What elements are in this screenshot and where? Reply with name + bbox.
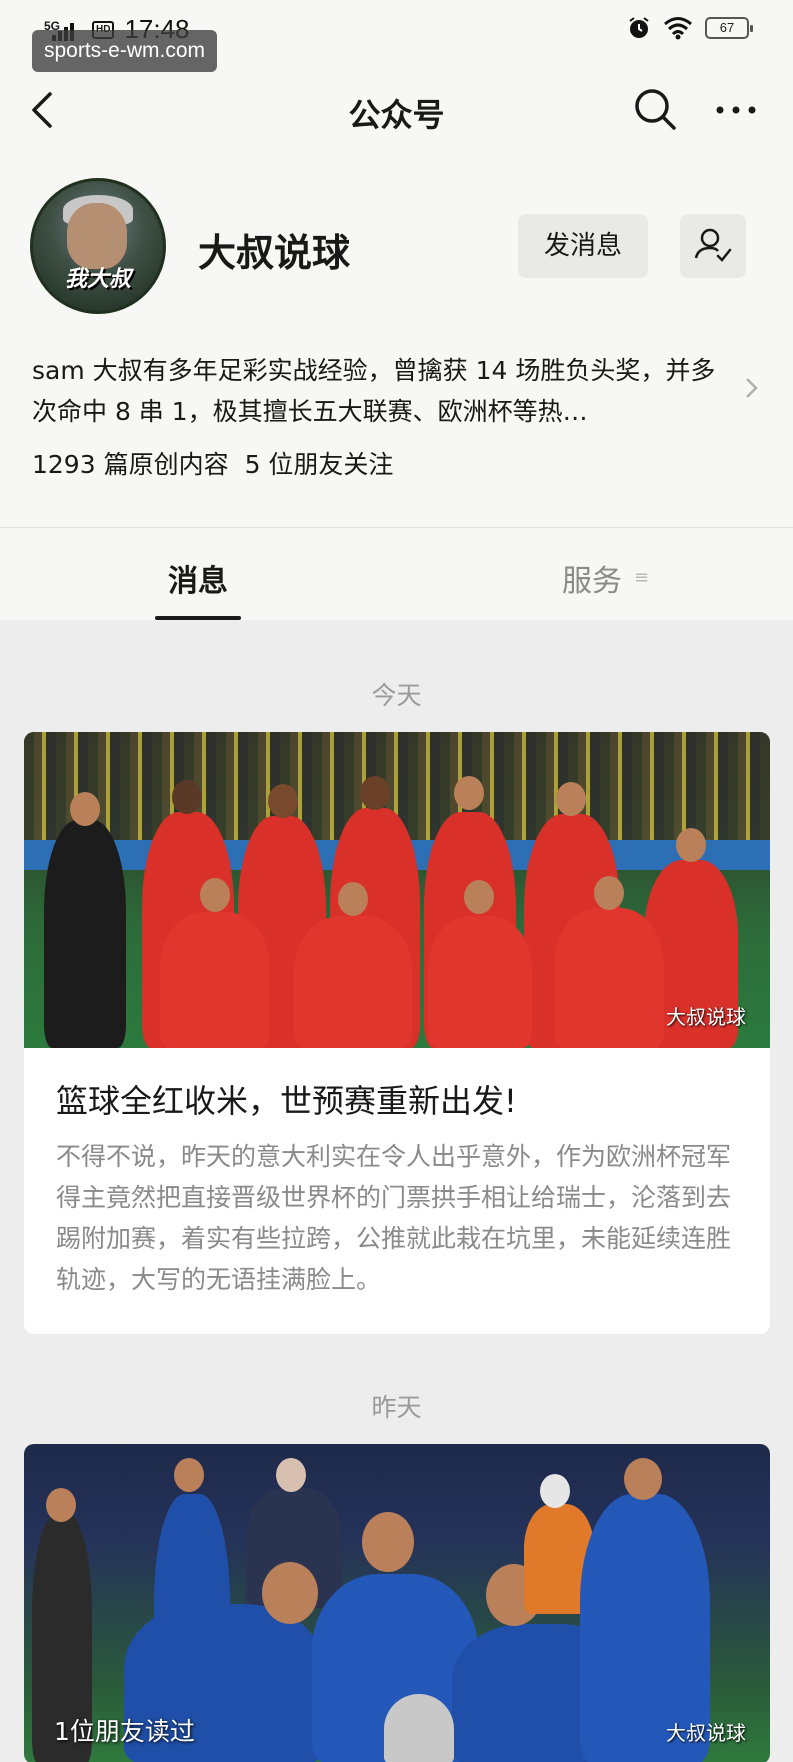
battery-level: 67: [719, 20, 735, 35]
player-head: [338, 882, 368, 916]
goalkeeper-player: [44, 820, 126, 1048]
send-message-button[interactable]: 发消息: [518, 214, 648, 278]
article-cover-image: 1位朋友读过 大叔说球: [24, 1444, 770, 1762]
article-card[interactable]: 1位朋友读过 大叔说球: [24, 1444, 770, 1762]
player-head: [676, 828, 706, 862]
avatar-face: [67, 203, 127, 269]
date-label-today: 今天: [371, 681, 422, 710]
alarm-icon: [629, 17, 649, 38]
player: [428, 916, 532, 1048]
person-check-icon: [694, 228, 732, 262]
person-head: [46, 1488, 76, 1522]
player-head: [362, 1512, 414, 1572]
friends-following[interactable]: 5 位朋友关注: [245, 445, 394, 481]
original-count: 1293 篇原创内容: [32, 450, 229, 479]
menu-lines-icon: ≡: [634, 567, 650, 588]
divider: [0, 527, 793, 528]
article-card[interactable]: 大叔说球 篮球全红收米，世预赛重新出发! 不得不说，昨天的意大利实在令人出乎意外…: [24, 732, 770, 1334]
image-watermark: 大叔说球: [666, 1005, 746, 1029]
player: [554, 908, 664, 1048]
player-head: [200, 878, 230, 912]
article-cover-image: 大叔说球: [24, 732, 770, 1048]
article-title[interactable]: 篮球全红收米，世预赛重新出发!: [24, 1048, 770, 1122]
wifi-icon: [664, 17, 692, 40]
coach-head: [276, 1458, 306, 1492]
player-head: [360, 776, 390, 810]
chevron-right-icon[interactable]: [744, 376, 760, 400]
player-head: [70, 792, 100, 826]
follow-button[interactable]: [680, 214, 746, 278]
image-watermark: 大叔说球: [666, 1721, 746, 1745]
status-right: 67: [627, 16, 753, 40]
account-stats: 1293 篇原创内容 5 位朋友关注: [32, 445, 393, 481]
more-options-icon[interactable]: [714, 90, 758, 130]
article-summary: 不得不说，昨天的意大利实在令人出乎意外，作为欧洲杯冠军得主竟然把直接晋级世界杯的…: [56, 1142, 732, 1294]
player-head: [556, 782, 586, 816]
player-head: [624, 1458, 662, 1500]
tab-messages[interactable]: 消息: [168, 556, 228, 600]
account-avatar[interactable]: 我大叔: [30, 178, 166, 314]
active-tab-indicator: [155, 616, 241, 620]
account-name: 大叔说球: [198, 231, 351, 275]
player-head: [174, 1458, 204, 1492]
account-bio[interactable]: sam 大叔有多年足彩实战经验，曾擒获 14 场胜负头奖，并多次命中 8 串 1…: [32, 350, 722, 432]
player-head: [172, 780, 202, 814]
player-head: [268, 784, 298, 818]
steward-head: [540, 1474, 570, 1508]
player-head: [454, 776, 484, 810]
player-head: [594, 876, 624, 910]
player-head: [262, 1562, 318, 1624]
avatar-logo-text: 我大叔: [64, 267, 131, 292]
player: [160, 912, 270, 1048]
tab-services[interactable]: 服务: [562, 556, 622, 600]
player-head: [464, 880, 494, 914]
date-label-yesterday: 昨天: [371, 1393, 422, 1422]
source-watermark: sports-e-wm.com: [32, 30, 218, 72]
nav-bar: 公众号: [0, 80, 793, 140]
search-icon[interactable]: [632, 86, 678, 132]
friends-read-badge: 1位朋友读过: [54, 1717, 195, 1746]
trophy: [384, 1694, 454, 1762]
battery-icon: 67: [705, 17, 753, 39]
player: [294, 916, 412, 1048]
